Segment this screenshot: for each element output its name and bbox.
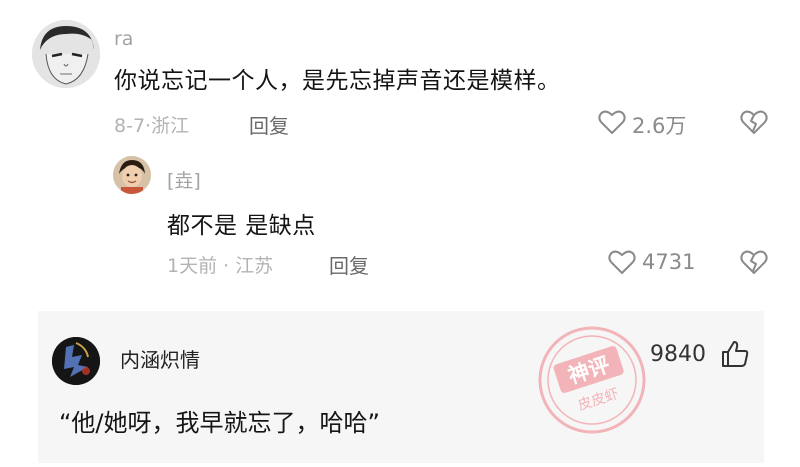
reply-location: 江苏 bbox=[235, 255, 274, 277]
like-count: 4731 bbox=[642, 250, 696, 274]
heart-outline-icon[interactable] bbox=[608, 249, 638, 277]
reply-date: 1天前 bbox=[167, 255, 218, 277]
svg-text:神评: 神评 bbox=[565, 353, 612, 389]
shenping-stamp-logo: 神评 皮皮虾 bbox=[533, 321, 651, 439]
avatar-yao[interactable] bbox=[113, 156, 151, 194]
comment-card: ra 你说忘记一个人，是先忘掉声音还是模样。 8-7·浙江 回复 2.6万 [垚… bbox=[0, 0, 800, 290]
reply-text: 都不是 是缺点 bbox=[167, 213, 316, 239]
heart-outline-icon[interactable] bbox=[598, 109, 628, 137]
stylized-glyph-avatar-image bbox=[52, 337, 100, 385]
reply-username[interactable]: [垚] bbox=[167, 166, 201, 193]
child-photo-avatar-image bbox=[113, 156, 151, 194]
reply-button[interactable]: 回复 bbox=[249, 110, 289, 139]
avatar-hot-user[interactable] bbox=[52, 337, 100, 385]
broken-heart-icon[interactable] bbox=[740, 249, 770, 277]
thumbs-up-icon[interactable] bbox=[719, 338, 753, 372]
hot-comment-card: 内涵炽情 神评 皮皮虾 9840 “他/她呀，我早就忘了，哈哈” bbox=[38, 311, 764, 463]
avatar-ra[interactable] bbox=[32, 20, 100, 88]
sketch-face-avatar-image bbox=[32, 20, 100, 88]
comment-meta: 8-7·浙江 bbox=[114, 111, 189, 138]
comment-location: 浙江 bbox=[151, 115, 190, 137]
broken-heart-icon[interactable] bbox=[740, 109, 770, 137]
svg-text:皮皮虾: 皮皮虾 bbox=[576, 386, 621, 414]
hot-comment-text: “他/她呀，我早就忘了，哈哈” bbox=[59, 409, 380, 437]
hot-like-count: 9840 bbox=[650, 342, 706, 367]
reply-button[interactable]: 回复 bbox=[329, 250, 369, 279]
reply-meta: 1天前 · 江苏 bbox=[167, 251, 273, 278]
hot-comment-username[interactable]: 内涵炽情 bbox=[120, 344, 200, 373]
comment-text: 你说忘记一个人，是先忘掉声音还是模样。 bbox=[114, 68, 561, 94]
comment-username[interactable]: ra bbox=[114, 28, 133, 50]
like-count: 2.6万 bbox=[632, 114, 687, 138]
meta-separator: · bbox=[217, 255, 236, 277]
comment-date: 8-7 bbox=[114, 115, 146, 137]
